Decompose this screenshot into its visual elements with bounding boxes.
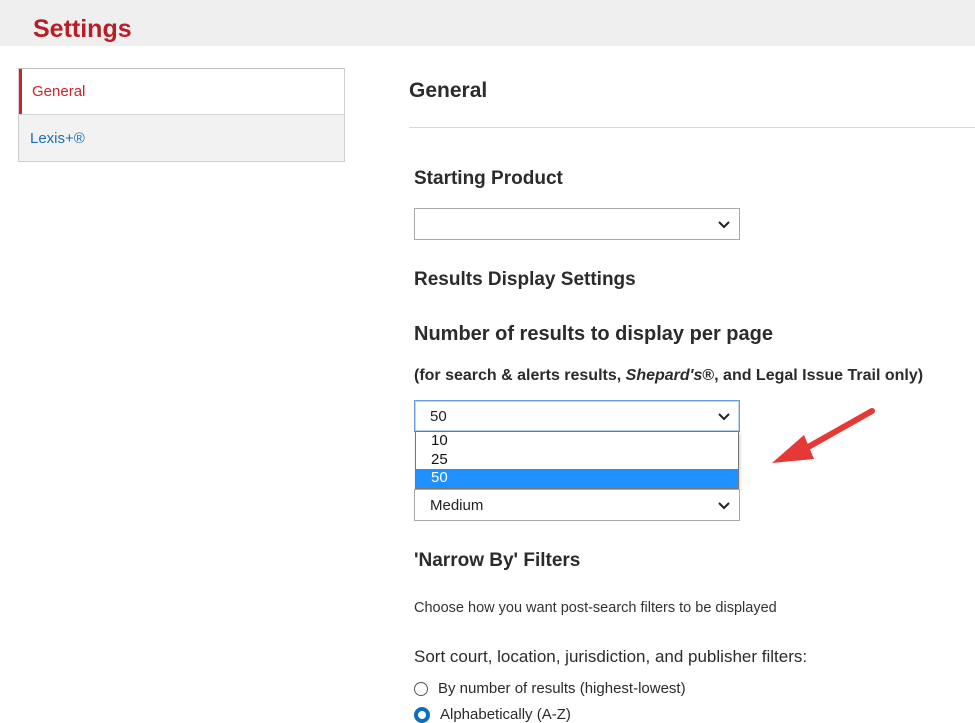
dropdown-option-50[interactable]: 50	[416, 469, 738, 488]
radio-button-checked[interactable]	[414, 706, 430, 723]
narrow-by-heading: 'Narrow By' Filters	[414, 550, 581, 571]
radio-label: Alphabetically (A-Z)	[440, 706, 571, 723]
section-title: General	[409, 79, 488, 102]
dropdown-option-25[interactable]: 25	[416, 451, 738, 470]
results-per-page-heading: Number of results to display per page	[414, 323, 773, 345]
narrow-by-description: Choose how you want post-search filters …	[414, 600, 777, 616]
sidebar-item-label: General	[32, 83, 86, 100]
top-bar	[0, 0, 975, 46]
radio-label: By number of results (highest-lowest)	[438, 680, 686, 697]
starting-product-heading: Starting Product	[414, 168, 563, 189]
chevron-down-icon	[718, 413, 730, 421]
divider	[409, 127, 975, 128]
sort-filters-label: Sort court, location, jurisdiction, and …	[414, 647, 808, 666]
sort-by-results-option[interactable]: By number of results (highest-lowest)	[414, 680, 686, 697]
starting-product-select[interactable]	[414, 208, 740, 240]
red-arrow-icon	[772, 408, 875, 463]
sidebar-item-lexis-plus[interactable]: Lexis+®	[19, 114, 344, 161]
select-value: 50	[430, 407, 447, 425]
results-per-page-dropdown: 10 25 50	[415, 431, 739, 489]
chevron-down-icon	[718, 502, 730, 510]
results-per-page-select[interactable]: 50	[414, 400, 740, 432]
results-per-page-note: (for search & alerts results, Shepard's®…	[414, 367, 924, 384]
settings-sidebar: General Lexis+®	[18, 68, 345, 162]
chevron-down-icon	[718, 221, 730, 229]
results-display-heading: Results Display Settings	[414, 269, 636, 290]
radio-button[interactable]	[414, 681, 428, 696]
page-title: Settings	[33, 15, 132, 43]
sidebar-item-general[interactable]: General	[19, 69, 344, 114]
select-value: Medium	[430, 496, 484, 514]
sort-alphabetically-option[interactable]: Alphabetically (A-Z)	[414, 706, 571, 723]
sidebar-item-label: Lexis+®	[30, 129, 85, 147]
display-size-select[interactable]: Medium	[414, 489, 740, 521]
dropdown-option-10[interactable]: 10	[416, 432, 738, 451]
